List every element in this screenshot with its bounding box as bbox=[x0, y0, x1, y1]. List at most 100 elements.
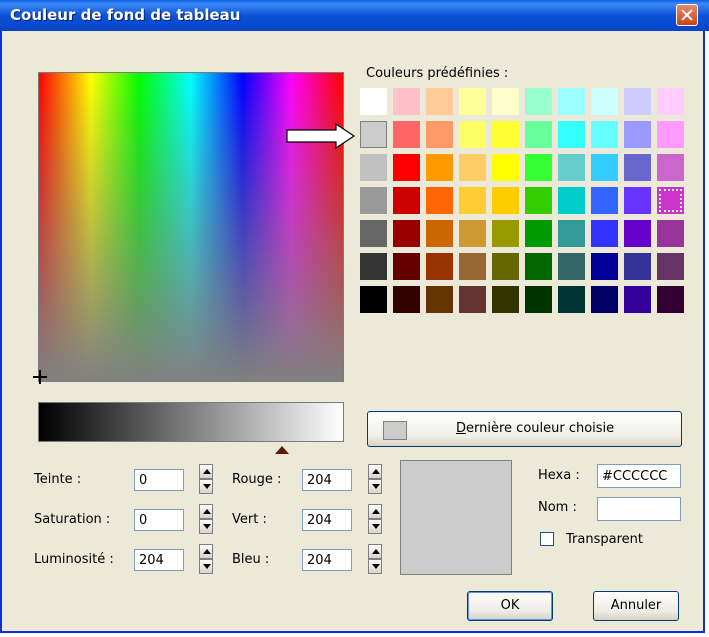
preset-swatch[interactable] bbox=[360, 88, 387, 115]
last-color-button[interactable]: Dernière couleur choisie bbox=[367, 411, 682, 447]
preset-swatch[interactable] bbox=[657, 220, 684, 247]
preset-swatch[interactable] bbox=[624, 121, 651, 148]
preset-swatch[interactable] bbox=[459, 220, 486, 247]
rouge-spinner[interactable] bbox=[368, 464, 382, 494]
preset-swatch[interactable] bbox=[459, 253, 486, 280]
preset-swatch[interactable] bbox=[657, 253, 684, 280]
saturation-label: Saturation : bbox=[34, 512, 111, 527]
vert-spinner[interactable] bbox=[368, 504, 382, 534]
preset-swatch[interactable] bbox=[492, 187, 519, 214]
preset-swatch[interactable] bbox=[393, 121, 420, 148]
hexa-field[interactable]: #CCCCCC bbox=[597, 464, 681, 488]
luminosite-spinner[interactable] bbox=[199, 544, 213, 574]
title-bar[interactable]: Couleur de fond de tableau bbox=[0, 0, 709, 31]
preset-swatch[interactable] bbox=[525, 121, 552, 148]
vert-field[interactable]: 204 bbox=[302, 509, 352, 531]
preset-swatch[interactable] bbox=[360, 253, 387, 280]
preset-swatch[interactable] bbox=[360, 187, 387, 214]
preset-swatch[interactable] bbox=[591, 253, 618, 280]
crosshair-icon[interactable] bbox=[33, 370, 47, 384]
rouge-field[interactable]: 204 bbox=[302, 469, 352, 491]
preset-swatch[interactable] bbox=[360, 286, 387, 313]
preset-swatch[interactable] bbox=[393, 187, 420, 214]
preset-swatch[interactable] bbox=[591, 286, 618, 313]
preset-swatch[interactable] bbox=[459, 187, 486, 214]
preset-swatch[interactable] bbox=[558, 253, 585, 280]
bleu-field[interactable]: 204 bbox=[302, 549, 352, 571]
cancel-button[interactable]: Annuler bbox=[593, 591, 679, 621]
preset-swatch[interactable] bbox=[624, 253, 651, 280]
preset-swatch[interactable] bbox=[459, 121, 486, 148]
preset-swatch[interactable] bbox=[624, 88, 651, 115]
preset-swatch[interactable] bbox=[591, 154, 618, 181]
preset-swatch[interactable] bbox=[492, 154, 519, 181]
color-spectrum[interactable] bbox=[38, 72, 344, 382]
preset-swatch[interactable] bbox=[558, 121, 585, 148]
preset-swatch[interactable] bbox=[393, 88, 420, 115]
preset-swatch[interactable] bbox=[492, 286, 519, 313]
bleu-spinner[interactable] bbox=[368, 544, 382, 574]
preset-swatch[interactable] bbox=[657, 121, 684, 148]
preset-swatch[interactable] bbox=[393, 286, 420, 313]
preset-swatch[interactable] bbox=[492, 253, 519, 280]
preset-swatch[interactable] bbox=[393, 253, 420, 280]
preset-swatch[interactable] bbox=[393, 220, 420, 247]
preset-swatch[interactable] bbox=[459, 88, 486, 115]
ok-button[interactable]: OK bbox=[467, 591, 553, 621]
preset-swatch[interactable] bbox=[360, 220, 387, 247]
preset-swatch[interactable] bbox=[624, 220, 651, 247]
preset-swatch[interactable] bbox=[525, 187, 552, 214]
preset-swatch[interactable] bbox=[558, 220, 585, 247]
preset-swatch[interactable] bbox=[426, 220, 453, 247]
preset-swatch[interactable] bbox=[591, 88, 618, 115]
preset-swatch[interactable] bbox=[525, 154, 552, 181]
preset-swatch[interactable] bbox=[492, 220, 519, 247]
preset-swatch[interactable] bbox=[492, 88, 519, 115]
luminosity-bar[interactable] bbox=[38, 402, 344, 442]
preset-swatch[interactable] bbox=[558, 154, 585, 181]
teinte-label: Teinte : bbox=[34, 472, 82, 487]
teinte-field[interactable]: 0 bbox=[134, 469, 184, 491]
nom-field[interactable] bbox=[597, 497, 681, 521]
preset-swatch[interactable] bbox=[624, 187, 651, 214]
preset-swatch[interactable] bbox=[525, 88, 552, 115]
preset-swatch[interactable] bbox=[459, 286, 486, 313]
preset-swatch[interactable] bbox=[492, 121, 519, 148]
preset-swatch[interactable] bbox=[426, 88, 453, 115]
preset-swatch[interactable] bbox=[426, 286, 453, 313]
saturation-spinner[interactable] bbox=[199, 504, 213, 534]
preset-swatch[interactable] bbox=[624, 286, 651, 313]
preset-swatch[interactable] bbox=[426, 253, 453, 280]
bleu-label: Bleu : bbox=[232, 552, 270, 567]
preset-swatch[interactable] bbox=[525, 286, 552, 313]
preset-swatch[interactable] bbox=[657, 187, 684, 214]
preset-swatch[interactable] bbox=[426, 121, 453, 148]
luminosity-marker-icon[interactable] bbox=[275, 446, 289, 454]
preset-swatch[interactable] bbox=[657, 88, 684, 115]
preset-swatch[interactable] bbox=[360, 121, 387, 148]
preset-swatch[interactable] bbox=[657, 154, 684, 181]
preset-swatch[interactable] bbox=[360, 154, 387, 181]
preset-swatch[interactable] bbox=[657, 286, 684, 313]
preset-swatch[interactable] bbox=[591, 220, 618, 247]
transparent-checkbox[interactable] bbox=[540, 532, 554, 546]
teinte-spinner[interactable] bbox=[199, 464, 213, 494]
preset-swatch[interactable] bbox=[591, 187, 618, 214]
vert-label: Vert : bbox=[232, 512, 267, 527]
preset-swatch[interactable] bbox=[525, 253, 552, 280]
preset-swatch[interactable] bbox=[426, 187, 453, 214]
luminosite-field[interactable]: 204 bbox=[134, 549, 184, 571]
arrow-right-icon bbox=[286, 123, 356, 149]
close-button[interactable] bbox=[676, 4, 698, 26]
preset-swatch[interactable] bbox=[393, 154, 420, 181]
preset-swatch[interactable] bbox=[426, 154, 453, 181]
preset-swatch[interactable] bbox=[459, 154, 486, 181]
preset-swatch[interactable] bbox=[558, 187, 585, 214]
saturation-field[interactable]: 0 bbox=[134, 509, 184, 531]
preset-swatch[interactable] bbox=[591, 121, 618, 148]
transparent-label[interactable]: Transparent bbox=[566, 532, 643, 547]
preset-swatch[interactable] bbox=[525, 220, 552, 247]
preset-swatch[interactable] bbox=[558, 88, 585, 115]
preset-swatch[interactable] bbox=[558, 286, 585, 313]
preset-swatch[interactable] bbox=[624, 154, 651, 181]
